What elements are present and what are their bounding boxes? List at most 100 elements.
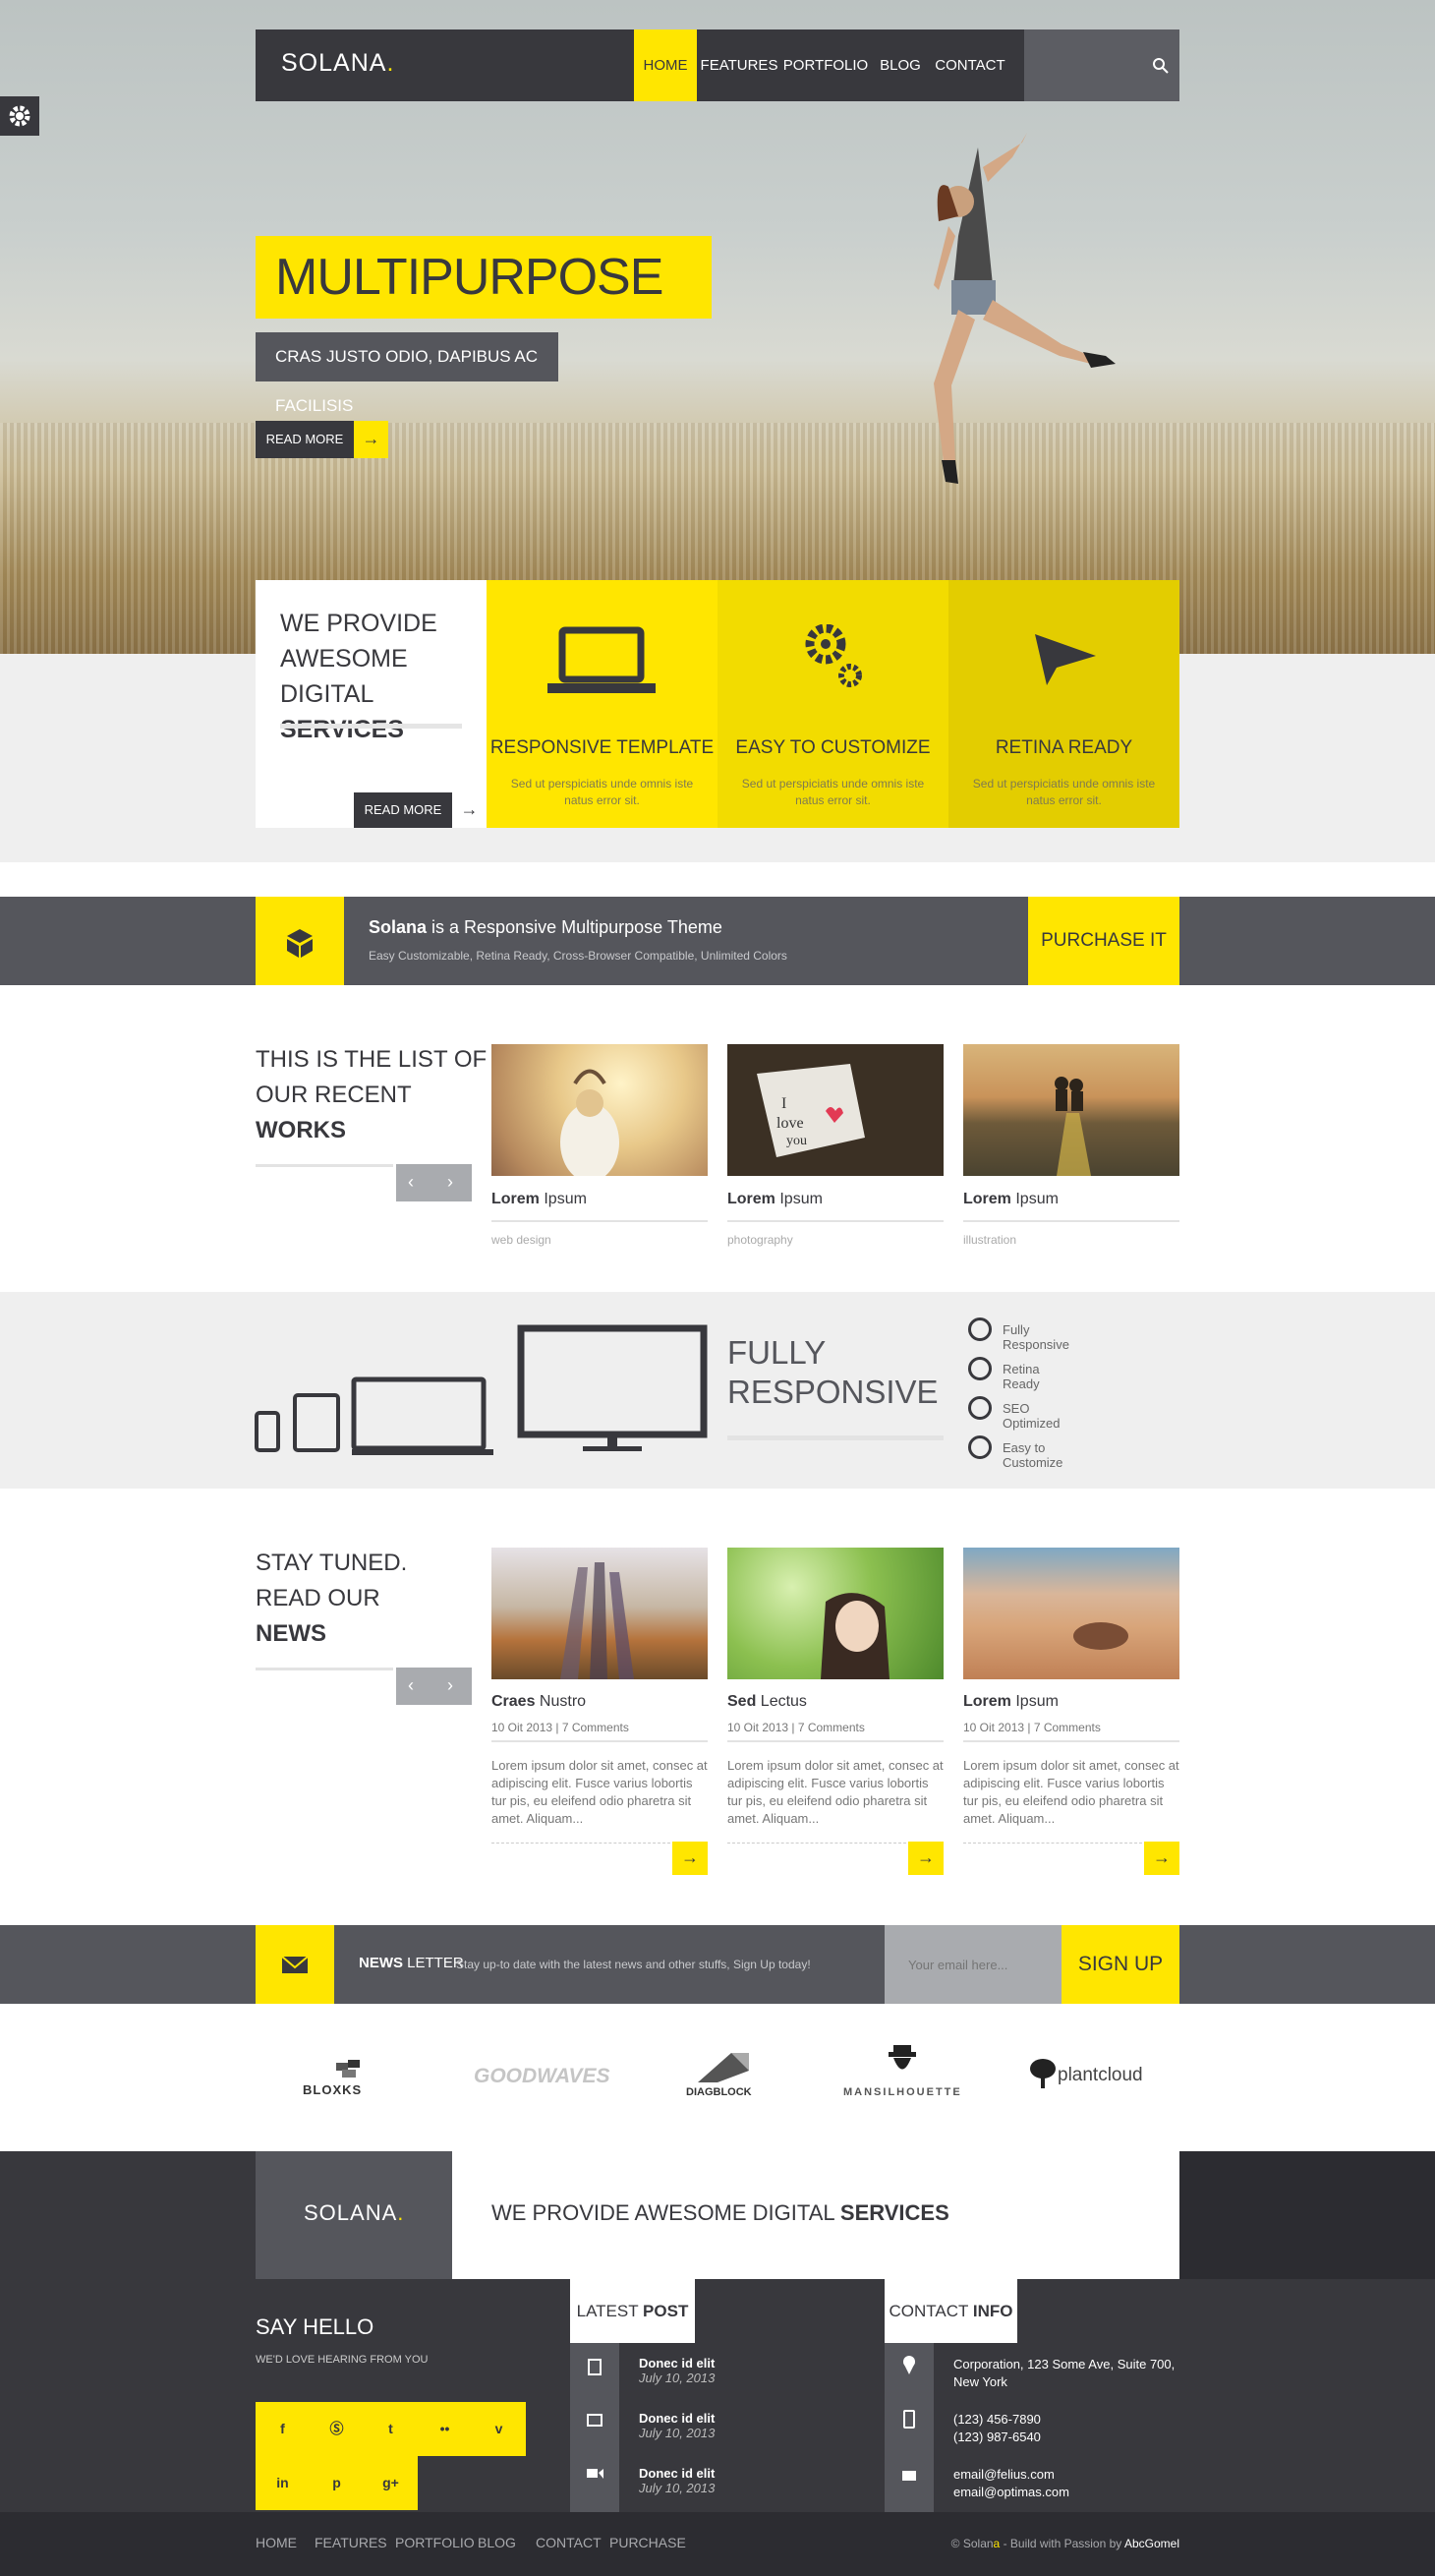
search-area[interactable]	[1024, 29, 1179, 101]
chevron-left-icon[interactable]: ‹	[408, 1675, 414, 1696]
latest-post-heading: LATEST POST	[570, 2279, 695, 2343]
facebook-icon[interactable]: f	[256, 2402, 310, 2456]
service-desc: Sed ut perspiciatis unde omnis iste natu…	[972, 777, 1156, 807]
check-circle-icon	[968, 1435, 992, 1459]
gear-icon[interactable]	[0, 96, 39, 136]
news-excerpt-1: Lorem ipsum dolor sit amet, consec at ad…	[491, 1758, 708, 1826]
chevron-left-icon[interactable]: ‹	[408, 1172, 414, 1193]
brand-logo-goodwaves[interactable]: GOODWAVES	[474, 2065, 609, 2088]
brand-logo-mansilhouette[interactable]: MANSILHOUETTE	[843, 2043, 961, 2106]
latest-post-1[interactable]: Donec id elit July 10, 2013	[639, 2356, 715, 2385]
responsive-band	[0, 1292, 1435, 1489]
footer-tagline: WE PROVIDE AWESOME DIGITAL SERVICES	[491, 2200, 949, 2225]
skype-icon[interactable]: Ⓢ	[310, 2402, 364, 2456]
brand-logo-bloxks[interactable]: BLOXKS	[303, 2059, 395, 2098]
newsletter-icon-box	[256, 1925, 334, 2004]
footer-edge	[1179, 2151, 1435, 2279]
news-title-2[interactable]: Sed Lectus	[727, 1693, 807, 1711]
news-title-3[interactable]: Lorem Ipsum	[963, 1693, 1059, 1711]
linkedin-icon[interactable]: in	[256, 2456, 310, 2510]
contact-emails[interactable]: email@felius.com email@optimas.com	[953, 2466, 1069, 2501]
services-line-2: AWESOME DIGITAL	[280, 645, 408, 708]
footer-nav-features[interactable]: FEATURES	[315, 2535, 387, 2550]
footer-nav-blog[interactable]: BLOG	[478, 2535, 516, 2550]
hero-read-more-button[interactable]: READ MORE	[256, 421, 354, 458]
chevron-right-icon[interactable]: ›	[447, 1675, 453, 1696]
nav-features[interactable]: FEATURES	[697, 29, 781, 101]
svg-text:love: love	[776, 1115, 804, 1132]
news-meta-1: 10 Oit 2013 | 7 Comments	[491, 1721, 629, 1734]
promo-title: Solana is a Responsive Multipurpose Them…	[369, 917, 722, 937]
twitter-icon[interactable]: t	[364, 2402, 418, 2456]
say-hello-heading: SAY HELLO	[256, 2314, 374, 2339]
footer-nav-contact[interactable]: CONTACT	[536, 2535, 602, 2550]
footer-nav-home[interactable]: HOME	[256, 2535, 297, 2550]
site-logo[interactable]: SOLANA.	[281, 49, 394, 78]
services-line-3: SERVICES	[280, 716, 404, 743]
arrow-right-icon[interactable]: →	[1144, 1842, 1179, 1875]
newsletter-text: Stay up-to date with the latest news and…	[456, 1958, 811, 1971]
work-caption-2[interactable]: Lorem Ipsum	[727, 1191, 823, 1208]
service-desc: Sed ut perspiciatis unde omnis iste natu…	[510, 777, 694, 807]
paper-plane-icon	[1035, 634, 1096, 685]
service-customize[interactable]: EASY TO CUSTOMIZE Sed ut perspiciatis un…	[718, 580, 948, 828]
services-read-more-button[interactable]: READ MORE	[354, 792, 452, 828]
google-plus-icon[interactable]: g+	[364, 2456, 418, 2510]
works-heading: THIS IS THE LIST OF OUR RECENT WORKS	[256, 1046, 488, 1143]
work-image-1[interactable]	[491, 1044, 708, 1176]
settings-toggle[interactable]	[0, 96, 39, 136]
svg-text:you: you	[786, 1134, 807, 1148]
image-icon	[587, 2414, 603, 2427]
vimeo-icon[interactable]: v	[472, 2402, 526, 2456]
tree-icon	[1030, 2059, 1056, 2088]
nav-portfolio[interactable]: PORTFOLIO	[781, 29, 870, 101]
work-image-2[interactable]: Ilove you	[727, 1044, 944, 1176]
news-excerpt-2: Lorem ipsum dolor sit amet, consec at ad…	[727, 1758, 944, 1826]
promo-subtitle: Easy Customizable, Retina Ready, Cross-B…	[369, 949, 787, 963]
news-image-2[interactable]	[727, 1548, 944, 1679]
divider	[727, 1740, 944, 1742]
service-responsive[interactable]: RESPONSIVE TEMPLATE Sed ut perspiciatis …	[487, 580, 718, 828]
work-tag-3: illustration	[963, 1233, 1017, 1247]
service-desc: Sed ut perspiciatis unde omnis iste natu…	[741, 777, 925, 807]
newsletter-label: NEWS LETTER	[359, 1955, 464, 1971]
footer-nav-purchase[interactable]: PURCHASE	[609, 2535, 686, 2550]
news-image-3[interactable]	[963, 1548, 1179, 1679]
nav-blog[interactable]: BLOG	[870, 29, 931, 101]
latest-post-3[interactable]: Donec id elit July 10, 2013	[639, 2466, 715, 2495]
brand-logo-diagblock[interactable]: DIAGBLOCK	[686, 2051, 752, 2100]
bottom-bar	[0, 2512, 1435, 2576]
work-caption-1[interactable]: Lorem Ipsum	[491, 1191, 587, 1208]
arrow-right-icon[interactable]: →	[672, 1842, 708, 1875]
arrow-right-icon[interactable]: →	[452, 792, 487, 828]
nav-home[interactable]: HOME	[634, 29, 697, 101]
news-title-1[interactable]: Craes Nustro	[491, 1693, 586, 1711]
search-icon[interactable]	[1152, 57, 1170, 75]
laptop-icon	[547, 626, 656, 693]
hat-man-icon	[889, 2045, 916, 2070]
service-retina[interactable]: RETINA READY Sed ut perspiciatis unde om…	[948, 580, 1179, 828]
news-image-1[interactable]	[491, 1548, 708, 1679]
footer-nav-portfolio[interactable]: PORTFOLIO	[395, 2535, 475, 2550]
divider	[491, 1740, 708, 1742]
purchase-button[interactable]: PURCHASE IT	[1028, 897, 1179, 985]
news-meta-2: 10 Oit 2013 | 7 Comments	[727, 1721, 865, 1734]
latest-post-icons	[570, 2343, 619, 2512]
latest-post-2[interactable]: Donec id elit July 10, 2013	[639, 2411, 715, 2440]
newsletter-email-input[interactable]	[885, 1925, 1062, 2004]
flickr-icon[interactable]: ••	[418, 2402, 472, 2456]
check-circle-icon	[968, 1357, 992, 1380]
promo-icon-box	[256, 897, 344, 985]
chevron-right-icon[interactable]: ›	[447, 1172, 453, 1193]
arrow-right-icon[interactable]: →	[908, 1842, 944, 1875]
work-caption-3[interactable]: Lorem Ipsum	[963, 1191, 1059, 1208]
brand-logo-plantcloud[interactable]: plantcloud	[1028, 2057, 1146, 2096]
arrow-right-icon[interactable]: →	[354, 421, 388, 458]
footer-logo[interactable]: SOLANA.	[304, 2200, 404, 2226]
map-pin-icon	[903, 2356, 915, 2374]
pinterest-icon[interactable]: p	[310, 2456, 364, 2510]
signup-button[interactable]: SIGN UP	[1062, 1925, 1179, 2004]
hero-title: MULTIPURPOSE THEME	[256, 236, 712, 388]
nav-contact[interactable]: CONTACT	[931, 29, 1009, 101]
work-image-3[interactable]	[963, 1044, 1179, 1176]
